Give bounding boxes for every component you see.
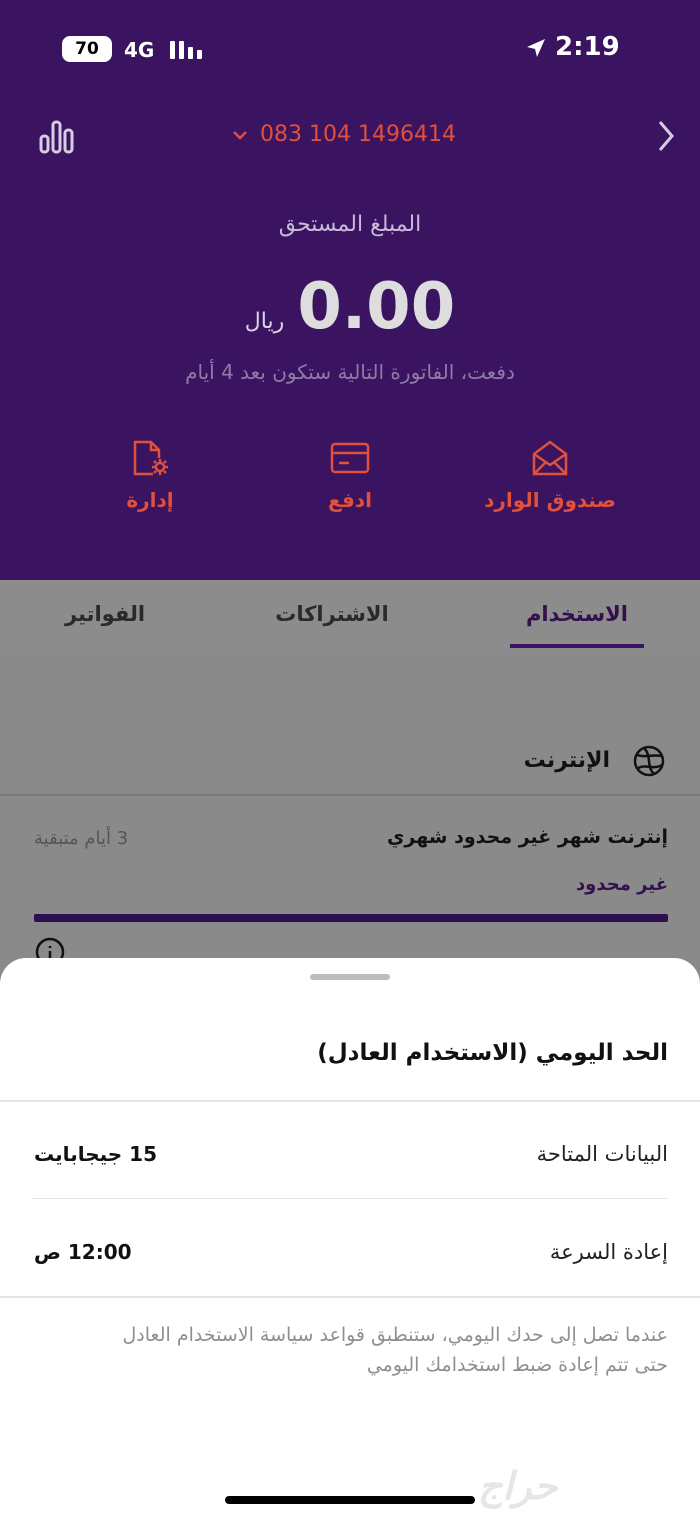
signal-icon: [170, 39, 202, 59]
home-indicator[interactable]: [225, 1496, 475, 1504]
inbox-icon: [532, 440, 568, 476]
tab-usage[interactable]: الاستخدام: [510, 602, 644, 626]
tab-subscriptions[interactable]: الاشتراكات: [262, 602, 402, 626]
status-bar: 70 4G 2:19: [0, 30, 700, 70]
divider: [32, 1198, 668, 1199]
inbox-button[interactable]: صندوق الوارد: [470, 438, 630, 512]
watermark-logo: حراج: [478, 1464, 558, 1508]
pay-label: ادفع: [328, 488, 372, 512]
section-title: الإنترنت: [523, 748, 610, 773]
divider: [0, 1100, 700, 1102]
globe-icon: [632, 744, 666, 782]
available-data-value: 15 جيجابايت: [34, 1142, 158, 1166]
location-arrow-icon: [524, 36, 548, 64]
divider: [0, 1296, 700, 1298]
speed-reset-label: إعادة السرعة: [549, 1240, 668, 1264]
sheet-title: الحد اليومي (الاستخدام العادل): [317, 1040, 668, 1066]
available-data-label: البيانات المتاحة: [536, 1142, 668, 1166]
manage-label: إدارة: [126, 488, 174, 512]
internet-section: الإنترنت إنترنت شهر غير محدود شهري 3 أيا…: [0, 650, 700, 970]
usage-progress-bar: [34, 914, 668, 922]
next-bill-text: دفعت، الفاتورة التالية ستكون بعد 4 أيام: [185, 360, 515, 384]
pay-button[interactable]: ادفع: [300, 438, 400, 512]
divider: [0, 794, 700, 796]
account-header: 70 4G 2:19 083 104 1496414 المبلغ المستح…: [0, 0, 700, 580]
battery-indicator: 70: [62, 36, 112, 62]
chevron-right-icon[interactable]: [654, 118, 678, 158]
account-selector[interactable]: 083 104 1496414: [232, 122, 456, 147]
chevron-down-icon: [233, 130, 247, 140]
phone-number: 083 104 1496414: [260, 122, 456, 147]
account-nav: 083 104 1496414: [0, 112, 700, 162]
daily-limit-sheet: الحد اليومي (الاستخدام العادل) البيانات …: [0, 958, 700, 1518]
tab-bills[interactable]: الفواتير: [50, 602, 160, 626]
plan-name: إنترنت شهر غير محدود شهري: [387, 826, 668, 848]
quick-actions: صندوق الوارد ادفع إدارة: [0, 438, 700, 528]
sheet-grabber[interactable]: [310, 974, 390, 980]
tab-bar: الاستخدام الاشتراكات الفواتير: [0, 580, 700, 650]
document-settings-icon: [133, 440, 168, 476]
amount-due-label: المبلغ المستحق: [278, 212, 422, 237]
plan-limit: غير محدود: [575, 874, 668, 895]
clock: 2:19: [555, 32, 620, 62]
manage-button[interactable]: إدارة: [100, 438, 200, 512]
active-tab-indicator: [510, 644, 644, 648]
days-remaining: 3 أيام متبقية: [34, 828, 129, 849]
amount-value: 0.00: [297, 270, 456, 344]
inbox-label: صندوق الوارد: [484, 488, 616, 512]
amount-due: 0.00 ريال: [0, 270, 700, 344]
card-icon: [330, 442, 370, 474]
speed-reset-value: 12:00 ص: [34, 1240, 132, 1264]
usage-chart-icon[interactable]: [38, 116, 76, 160]
fair-use-note: عندما تصل إلى حدك اليومي، ستنطبق قواعد س…: [122, 1324, 669, 1376]
network-type: 4G: [124, 38, 155, 62]
currency-label: ريال: [244, 309, 285, 334]
